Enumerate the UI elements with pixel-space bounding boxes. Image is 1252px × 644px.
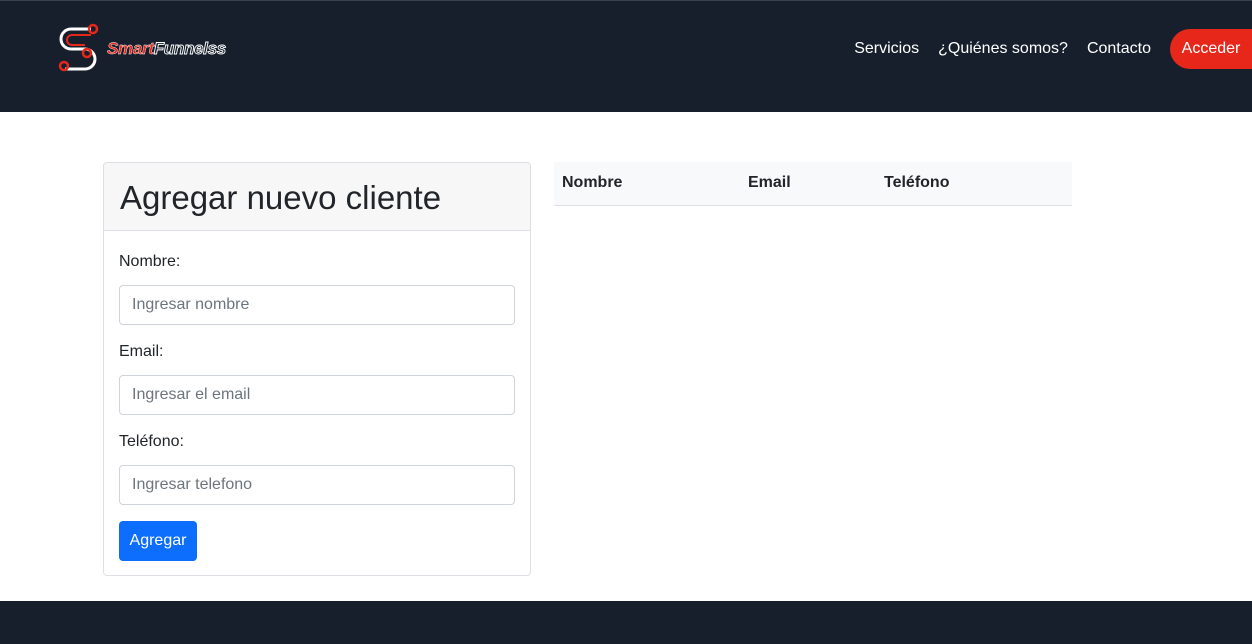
email-input[interactable] <box>119 375 515 415</box>
nav-link-servicios[interactable]: Servicios <box>854 40 919 58</box>
top-navbar: SmartFunnelss Servicios ¿Quiénes somos? … <box>0 0 1252 112</box>
page-footer <box>0 601 1252 644</box>
column-header-telefono: Teléfono <box>884 174 950 192</box>
telefono-label: Teléfono: <box>119 433 184 450</box>
new-client-card: Agregar nuevo cliente Nombre: Email: Tel… <box>103 162 531 576</box>
telefono-input[interactable] <box>119 465 515 505</box>
nav-link-quienes-somos[interactable]: ¿Quiénes somos? <box>938 40 1068 58</box>
brand-logo[interactable]: SmartFunnelss <box>55 23 227 73</box>
nav-menu: Servicios ¿Quiénes somos? Contacto Acced… <box>854 29 1252 69</box>
table-header-row: Nombre Email Teléfono <box>554 162 1072 205</box>
agregar-button[interactable]: Agregar <box>119 521 197 561</box>
logo-s-icon <box>58 23 99 72</box>
email-group: Email: <box>119 343 515 415</box>
acceder-button[interactable]: Acceder <box>1170 29 1252 69</box>
clients-table-container: Nombre Email Teléfono <box>554 162 1072 206</box>
email-label: Email: <box>119 343 164 360</box>
nombre-group: Nombre: <box>119 253 515 325</box>
column-header-nombre: Nombre <box>562 174 623 192</box>
telefono-group: Teléfono: <box>119 433 515 505</box>
table-header: Nombre Email Teléfono <box>554 162 1072 205</box>
card-header: Agregar nuevo cliente <box>104 163 530 231</box>
nombre-label: Nombre: <box>119 253 181 270</box>
logo-text-smart: Smart <box>107 39 154 58</box>
nav-link-contacto[interactable]: Contacto <box>1087 40 1151 58</box>
logo-text-funnels: Funnelss <box>153 39 226 59</box>
client-form: Nombre: Email: Teléfono: Agregar <box>104 231 530 577</box>
column-header-email: Email <box>748 174 791 192</box>
nombre-input[interactable] <box>119 285 515 325</box>
clients-table: Nombre Email Teléfono <box>554 162 1072 206</box>
page-title: Agregar nuevo cliente <box>120 178 442 216</box>
logo-wordmark: SmartFunnelss <box>107 39 227 59</box>
